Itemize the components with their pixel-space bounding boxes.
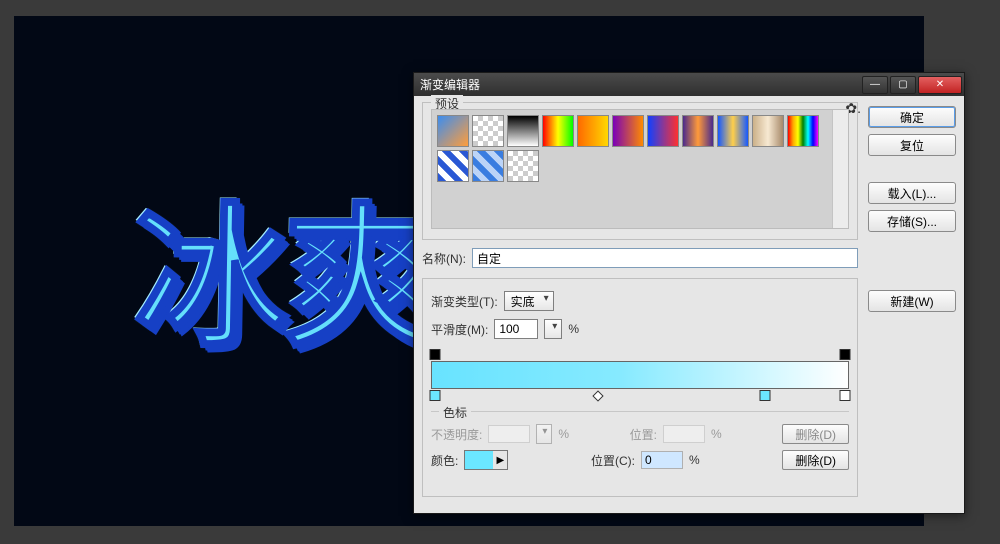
window-minimize-button[interactable]: — (862, 76, 888, 94)
preset-swatch[interactable] (542, 115, 574, 147)
gradient-editor-area (431, 349, 849, 401)
color-chip[interactable]: ▶ (464, 450, 508, 470)
preset-swatch[interactable] (612, 115, 644, 147)
reset-button[interactable]: 复位 (868, 134, 956, 156)
midpoint-diamond[interactable] (593, 390, 604, 401)
preset-swatch[interactable] (647, 115, 679, 147)
smooth-input[interactable] (494, 319, 538, 339)
opacity-row-label: 不透明度: (431, 426, 482, 443)
name-input[interactable] (472, 248, 858, 268)
preset-swatch[interactable] (682, 115, 714, 147)
preset-swatch[interactable] (507, 115, 539, 147)
ok-button[interactable]: 确定 (868, 106, 956, 128)
dialog-title: 渐变编辑器 (420, 76, 860, 93)
presets-box (431, 109, 849, 229)
color-stop[interactable] (430, 390, 441, 401)
stops-label: 色标 (439, 404, 471, 421)
presets-group: 预设 ✿. (422, 102, 858, 240)
color-row-label: 颜色: (431, 452, 458, 469)
opacity-input (488, 425, 530, 443)
preset-swatch[interactable] (437, 150, 469, 182)
preset-swatch[interactable] (752, 115, 784, 147)
name-label: 名称(N): (422, 250, 466, 267)
opacity-dropdown (536, 424, 552, 444)
color-stop[interactable] (760, 390, 771, 401)
opacity-delete-button: 删除(D) (782, 424, 849, 444)
preset-swatch[interactable] (472, 115, 504, 147)
preset-swatch[interactable] (472, 150, 504, 182)
preset-swatch[interactable] (717, 115, 749, 147)
new-button[interactable]: 新建(W) (868, 290, 956, 312)
opacity-stop[interactable] (839, 349, 850, 360)
canvas-text: 冰爽 (133, 201, 434, 356)
preset-swatch[interactable] (507, 150, 539, 182)
chevron-right-icon[interactable]: ▶ (493, 455, 507, 466)
gradient-params-group: 渐变类型(T): 实底 平滑度(M): % (422, 278, 858, 497)
presets-scrollbar[interactable] (832, 110, 848, 228)
gradient-track[interactable] (431, 361, 849, 389)
type-label: 渐变类型(T): (431, 293, 498, 310)
gradient-editor-dialog: 渐变编辑器 — ▢ ✕ 预设 ✿. (413, 72, 965, 514)
color-pos-label: 位置(C): (591, 452, 635, 469)
color-pos-input[interactable] (641, 451, 683, 469)
opacity-stop[interactable] (430, 349, 441, 360)
type-select[interactable]: 实底 (504, 291, 554, 311)
percent-label: % (568, 322, 579, 336)
window-close-button[interactable]: ✕ (918, 76, 962, 94)
preset-swatch[interactable] (577, 115, 609, 147)
smooth-label: 平滑度(M): (431, 321, 488, 338)
titlebar[interactable]: 渐变编辑器 — ▢ ✕ (414, 73, 964, 96)
opacity-pos-input (663, 425, 705, 443)
preset-swatch[interactable] (437, 115, 469, 147)
color-stop[interactable] (839, 390, 850, 401)
opacity-pos-label: 位置: (630, 426, 657, 443)
preset-swatch[interactable] (787, 115, 819, 147)
load-button[interactable]: 载入(L)... (868, 182, 956, 204)
color-delete-button[interactable]: 删除(D) (782, 450, 849, 470)
smooth-dropdown[interactable] (544, 319, 562, 339)
color-chip-fill (465, 451, 493, 469)
window-maximize-button[interactable]: ▢ (890, 76, 916, 94)
save-button[interactable]: 存储(S)... (868, 210, 956, 232)
